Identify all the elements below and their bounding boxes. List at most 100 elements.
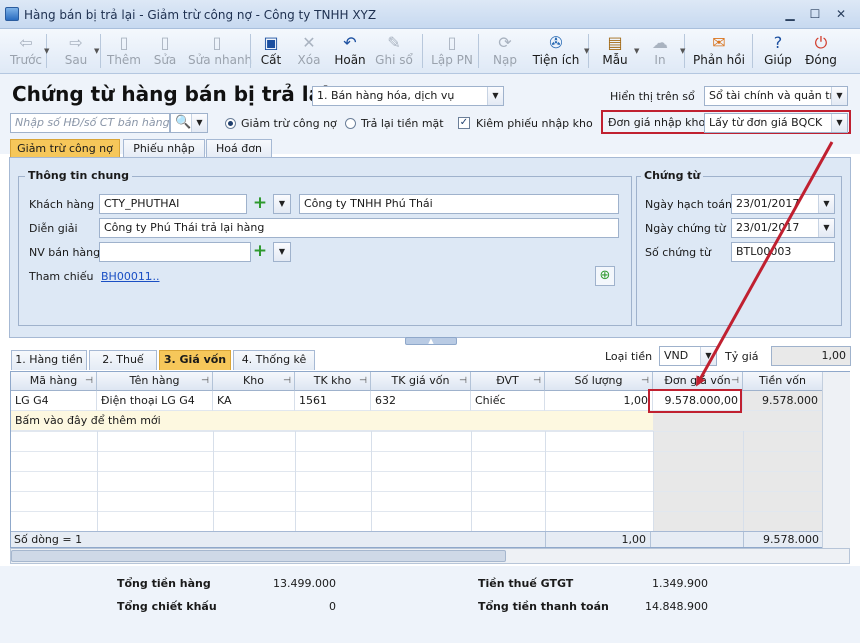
doc-no-input[interactable]: BTL00003	[731, 242, 835, 262]
receipt-checkbox[interactable]: ✓	[458, 117, 470, 129]
customer-name-input[interactable]: Công ty TNHH Phú Thái	[299, 194, 619, 214]
tab-goods-money[interactable]: 1. Hàng tiền	[11, 350, 87, 370]
pin-icon[interactable]: ⊣	[201, 372, 209, 390]
column-header[interactable]: Số lượng ⊣	[545, 372, 653, 391]
exchange-rate-input[interactable]: 1,00	[771, 346, 851, 366]
add-new-row[interactable]: Bấm vào đây để thêm mới	[11, 411, 653, 431]
sales-staff-input[interactable]	[99, 242, 251, 262]
column-header[interactable]: TK giá vốn ⊣	[371, 372, 471, 391]
column-header[interactable]: Kho ⊣	[213, 372, 295, 391]
reference-link[interactable]: BH00011	[101, 270, 152, 283]
toolbar-help-button[interactable]: ? Giúp	[760, 31, 796, 71]
column-header-label: Mã hàng	[29, 374, 78, 387]
grid-horizontal-scrollbar[interactable]	[10, 548, 850, 564]
window-close-icon[interactable]: ✕	[830, 6, 852, 23]
toolbar-post-ledger-button[interactable]: ✎ Ghi sổ	[373, 31, 415, 71]
toolbar-save-button[interactable]: ▣ Cất	[256, 31, 286, 71]
tab-reduce-debt[interactable]: Giảm trừ công nợ	[10, 139, 120, 158]
reference-more-link[interactable]: ...	[149, 270, 160, 283]
chevron-down-icon[interactable]: ▼	[274, 195, 290, 213]
pin-icon[interactable]: ⊣	[85, 372, 93, 390]
arrow-left-icon: ⇦	[19, 33, 33, 52]
description-input[interactable]: Công ty Phú Thái trả lại hàng	[99, 218, 619, 238]
chevron-down-icon[interactable]: ▼	[831, 87, 847, 105]
chevron-down-icon[interactable]: ▼	[818, 219, 834, 237]
chevron-down-icon[interactable]: ▼	[191, 114, 207, 132]
grid-cell[interactable]: 1,00	[545, 391, 653, 411]
exchange-rate-label: Tỷ giá	[725, 350, 759, 363]
grid-cell[interactable]: LG G4	[11, 391, 97, 411]
chevron-down-icon[interactable]: ▼	[634, 31, 642, 71]
minimize-icon[interactable]: ▁	[779, 6, 801, 23]
chevron-down-icon[interactable]: ▼	[94, 31, 102, 71]
panel-splitter[interactable]: ▲	[405, 337, 457, 345]
pin-icon[interactable]: ⊣	[641, 372, 649, 390]
post-date-input[interactable]: 23/01/2017 ▼	[731, 194, 835, 214]
column-header[interactable]: TK kho ⊣	[295, 372, 371, 391]
grid-col-line	[295, 431, 296, 531]
grid-cell[interactable]: 632	[371, 391, 471, 411]
grid-vertical-scrollbar[interactable]	[822, 372, 850, 548]
tab-tax[interactable]: 2. Thuế	[89, 350, 157, 370]
grid-cell[interactable]: KA	[213, 391, 295, 411]
chevron-down-icon[interactable]: ▼	[700, 347, 716, 365]
radio-reduce-debt[interactable]	[225, 118, 236, 129]
add-customer-icon[interactable]: +	[251, 195, 269, 213]
chevron-down-icon[interactable]: ▼	[274, 243, 290, 261]
radio-refund-cash[interactable]	[345, 118, 356, 129]
chevron-down-icon[interactable]: ▼	[487, 87, 503, 105]
add-staff-icon[interactable]: +	[251, 243, 269, 261]
chevron-down-icon[interactable]: ▼	[680, 31, 688, 71]
tab-invoice[interactable]: Hoá đơn	[206, 139, 272, 158]
column-header[interactable]: Mã hàng ⊣	[11, 372, 97, 391]
pin-icon[interactable]: ⊣	[283, 372, 291, 390]
currency-select[interactable]: VND ▼	[659, 346, 717, 366]
search-input[interactable]: Nhập số HĐ/số CT bán hàng	[10, 113, 170, 133]
tab-cost-price[interactable]: 3. Giá vốn	[159, 350, 231, 370]
column-header[interactable]: Tên hàng ⊣	[97, 372, 213, 391]
grid-cell[interactable]: Chiếc	[471, 391, 545, 411]
toolbar-close-button[interactable]: ⏻ Đóng	[800, 31, 842, 71]
grid-cell[interactable]: 1561	[295, 391, 371, 411]
toolbar-reload-button[interactable]: ⟳ Nạp	[487, 31, 523, 71]
grid-cell[interactable]: Điện thoại LG G4	[97, 391, 213, 411]
toolbar-delete-button[interactable]: ✕ Xóa	[292, 31, 326, 71]
toolbar-undo-button[interactable]: ↶ Hoãn	[330, 31, 370, 71]
pin-icon[interactable]: ⊣	[459, 372, 467, 390]
staff-dropdown[interactable]: ▼	[273, 242, 291, 262]
toolbar-utilities-button[interactable]: ✇ Tiện ích	[528, 31, 584, 71]
toolbar-arrow-left-button[interactable]: ⇦ Trước	[6, 31, 46, 71]
search-button[interactable]: 🔍 ▼	[170, 113, 208, 133]
column-header[interactable]: Tiền vốn	[743, 372, 823, 391]
chevron-down-icon[interactable]: ▼	[44, 31, 52, 71]
toolbar-document-add-button[interactable]: ▯ Thêm	[104, 31, 144, 71]
toolbar-create-receipt-button[interactable]: ▯ Lập PN	[428, 31, 476, 71]
customer-code-input[interactable]: CTY_PHUTHAI	[99, 194, 247, 214]
column-header[interactable]: ĐVT ⊣	[471, 372, 545, 391]
grid-cell[interactable]: 9.578.000	[743, 391, 823, 411]
tab-statistics[interactable]: 4. Thống kê	[233, 350, 315, 370]
chevron-down-icon[interactable]: ▼	[831, 114, 847, 132]
display-ledger-value: Sổ tài chính và quản trị	[709, 89, 838, 102]
toolbar-document-edit-button[interactable]: ▯ Sửa	[148, 31, 182, 71]
pin-icon[interactable]: ⊣	[731, 372, 739, 390]
maximize-icon[interactable]: ☐	[804, 6, 826, 23]
toolbar-template-button[interactable]: ▤ Mẫu	[596, 31, 634, 71]
add-reference-icon[interactable]: ⊕	[595, 266, 615, 286]
unit-price-select[interactable]: Lấy từ đơn giá BQCK ▼	[704, 113, 848, 133]
pin-icon[interactable]: ⊣	[359, 372, 367, 390]
pin-icon[interactable]: ⊣	[533, 372, 541, 390]
display-ledger-select[interactable]: Sổ tài chính và quản trị ▼	[704, 86, 848, 106]
voucher-type-select[interactable]: 1. Bán hàng hóa, dịch vụ ▼	[312, 86, 504, 106]
toolbar-arrow-right-button[interactable]: ⇨ Sau	[58, 31, 94, 71]
column-header-label: Đơn giá vốn	[664, 374, 731, 387]
customer-dropdown[interactable]: ▼	[273, 194, 291, 214]
toolbar-print-button[interactable]: ☁ In	[645, 31, 675, 71]
toolbar-quick-edit-button[interactable]: ▯ Sửa nhanh	[188, 31, 252, 71]
chevron-down-icon[interactable]: ▼	[584, 31, 592, 71]
toolbar-feedback-button[interactable]: ✉ Phản hồi	[691, 31, 747, 71]
doc-date-input[interactable]: 23/01/2017 ▼	[731, 218, 835, 238]
scroll-thumb[interactable]	[11, 550, 506, 562]
chevron-down-icon[interactable]: ▼	[818, 195, 834, 213]
tab-receipt[interactable]: Phiếu nhập	[123, 139, 205, 158]
